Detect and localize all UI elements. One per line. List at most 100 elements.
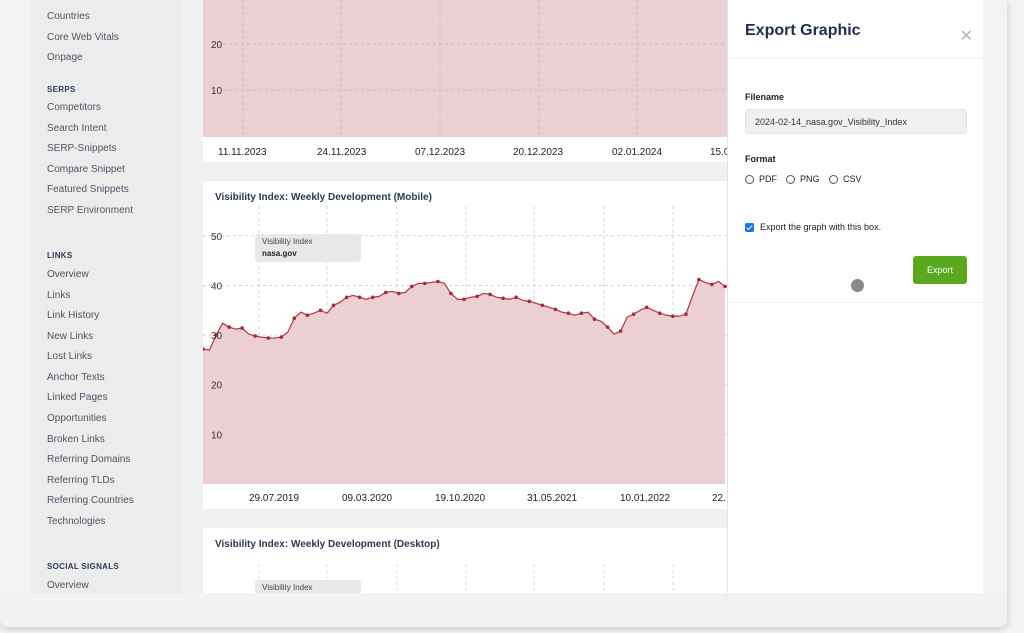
format-option-csv[interactable]: CSV [829, 174, 862, 184]
sidebar-item-referring-domains[interactable]: Referring Domains [47, 454, 130, 465]
data-point [710, 282, 714, 287]
close-icon[interactable]: ✕ [960, 26, 973, 46]
sidebar-item-serp-snippets[interactable]: SERP-Snippets [47, 143, 116, 154]
sidebar-item-featured-snippets[interactable]: Featured Snippets [47, 184, 129, 195]
sidebar: Countries Core Web Vitals Onpage SERPS C… [30, 0, 183, 593]
x-tick-label: 20.12.2023 [513, 147, 563, 158]
sidebar-item-referring-countries[interactable]: Referring Countries [47, 495, 134, 506]
data-point [370, 295, 375, 300]
radio-csv-label: CSV [843, 174, 862, 184]
data-point [383, 290, 388, 295]
divider [728, 58, 984, 59]
format-option-png[interactable]: PNG [786, 174, 820, 184]
data-point [318, 308, 323, 313]
data-point [684, 312, 688, 316]
legend-label-desktop: Visibility Index [262, 583, 313, 592]
data-point [540, 303, 545, 308]
chart-legend-mobile: Visibility Index nasa.gov [255, 234, 361, 262]
legend-label: Visibility Index [262, 237, 313, 246]
y-tick-label: 20 [211, 40, 223, 51]
main-content: 20 10 11.11.2023 24.11.2023 07.12.2023 20.12.… [183, 0, 728, 593]
data-point [553, 307, 558, 312]
radio-csv[interactable] [829, 174, 838, 184]
data-point [592, 317, 597, 321]
x-tick-label: 15.0 [710, 147, 728, 158]
export-with-box-option[interactable]: Export the graph with this box. [745, 222, 881, 232]
radio-pdf-label: PDF [759, 174, 777, 184]
legend-series: nasa.gov [262, 249, 297, 258]
data-point [527, 299, 532, 304]
panel-title: Export Graphic [745, 22, 861, 39]
x-tick-label: 09.03.2020 [342, 493, 392, 504]
sidebar-item-referring-tlds[interactable]: Referring TLDs [47, 475, 115, 486]
y-tick-label: 10 [211, 430, 223, 441]
data-point [618, 329, 623, 333]
format-option-pdf[interactable]: PDF [745, 174, 777, 184]
data-point [305, 313, 310, 317]
sidebar-heading-serps: SERPS [47, 85, 76, 94]
sidebar-item-link-history[interactable]: Link History [47, 310, 99, 321]
chart-card-top: 20 10 11.11.2023 24.11.2023 07.12.2023 20.12.… [203, 0, 728, 162]
sidebar-item-opportunities[interactable]: Opportunities [47, 413, 106, 424]
x-tick-label: 19.10.2020 [435, 493, 485, 504]
format-label: Format [745, 154, 776, 164]
data-point [697, 277, 701, 282]
data-point [436, 279, 440, 284]
sidebar-item-compare-snippet[interactable]: Compare Snippet [47, 164, 125, 175]
export-with-box-checkbox[interactable] [745, 222, 754, 232]
sidebar-item-core-web-vitals[interactable]: Core Web Vitals [47, 32, 119, 43]
data-point [658, 311, 662, 315]
data-point [266, 336, 271, 340]
y-tick-label: 40 [211, 281, 223, 292]
data-point [253, 334, 257, 338]
data-point [475, 294, 479, 299]
sidebar-item-lost-links[interactable]: Lost Links [47, 351, 92, 362]
radio-png[interactable] [786, 174, 795, 184]
data-point [227, 325, 231, 329]
data-point [566, 311, 571, 315]
export-panel: Export Graphic ✕ Filename Format PDF PNG… [727, 0, 984, 593]
sidebar-item-competitors[interactable]: Competitors [47, 102, 101, 113]
sidebar-item-serp-environment[interactable]: SERP Environment [47, 205, 133, 216]
data-point [644, 305, 649, 310]
y-tick-label: 30 [211, 331, 223, 342]
chart-mobile: 50 40 30 20 10 29.07.2019 09.03.2020 19.10.2020… [203, 206, 728, 504]
radio-pdf[interactable] [745, 174, 754, 184]
data-point [449, 291, 453, 296]
data-point [357, 295, 362, 300]
data-point [344, 295, 349, 300]
data-point [410, 284, 414, 289]
data-point [579, 311, 584, 315]
sidebar-heading-links: LINKS [47, 251, 73, 260]
x-tick-label: 10.01.2022 [620, 493, 670, 504]
sidebar-item-linked-pages[interactable]: Linked Pages [47, 392, 108, 403]
data-point [423, 281, 427, 286]
data-point [462, 297, 466, 302]
cursor-indicator [851, 279, 864, 292]
y-tick-label: 50 [211, 232, 223, 243]
sidebar-item-broken-links[interactable]: Broken Links [47, 434, 105, 445]
divider-bottom [728, 302, 984, 303]
app-window: Countries Core Web Vitals Onpage SERPS C… [0, 0, 1007, 627]
x-tick-label: 11.11.2023 [218, 147, 267, 158]
y-tick-label: 20 [211, 381, 223, 392]
x-tick-label: 07.12.2023 [415, 147, 465, 158]
data-point [501, 296, 505, 301]
sidebar-item-onpage[interactable]: Onpage [47, 52, 83, 63]
sidebar-item-anchor-texts[interactable]: Anchor Texts [47, 372, 105, 383]
x-tick-label: 22. [712, 493, 726, 504]
sidebar-item-technologies[interactable]: Technologies [47, 516, 105, 527]
data-point [292, 316, 297, 320]
data-point [397, 291, 401, 296]
sidebar-item-search-intent[interactable]: Search Intent [47, 123, 106, 134]
sidebar-item-countries[interactable]: Countries [47, 11, 90, 22]
filename-input[interactable] [745, 109, 967, 134]
sidebar-item-links-overview[interactable]: Overview [47, 269, 89, 280]
filename-label: Filename [745, 92, 785, 102]
sidebar-item-social-overview[interactable]: Overview [47, 580, 89, 591]
data-point [631, 312, 636, 316]
sidebar-item-new-links[interactable]: New Links [47, 331, 93, 342]
data-point [514, 295, 518, 300]
export-button[interactable]: Export [913, 256, 967, 284]
sidebar-item-links[interactable]: Links [47, 290, 70, 301]
